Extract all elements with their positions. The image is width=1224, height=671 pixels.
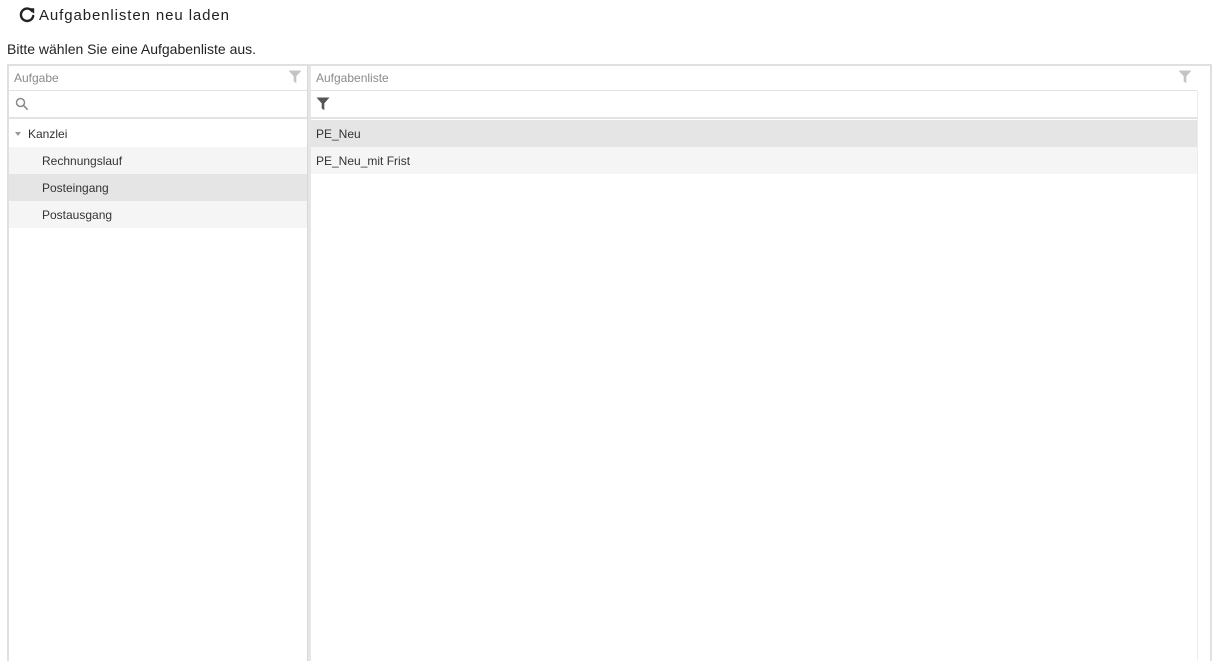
funnel-icon[interactable] <box>1178 70 1192 89</box>
tree-item-label: Posteingang <box>42 180 109 195</box>
instruction-text: Bitte wählen Sie eine Aufgabenliste aus. <box>7 41 257 57</box>
task-list-row-label: PE_Neu <box>316 126 361 141</box>
task-list-row[interactable]: PE_Neu <box>311 120 1197 147</box>
tree-item-posteingang[interactable]: Posteingang <box>9 174 307 201</box>
task-column-header[interactable]: Aufgabe <box>9 66 307 91</box>
funnel-icon[interactable] <box>288 70 302 89</box>
reload-button-label: Aufgabenlisten neu laden <box>39 6 230 24</box>
task-list-column-header-label: Aufgabenliste <box>316 71 389 85</box>
tree-item-label: Rechnungslauf <box>42 153 123 168</box>
reload-task-lists-button[interactable]: Aufgabenlisten neu laden <box>17 4 230 26</box>
task-search-input[interactable] <box>33 94 305 116</box>
tree-group-kanzlei[interactable]: Kanzlei <box>9 120 307 147</box>
expand-arrow-icon[interactable] <box>15 131 21 136</box>
task-column-header-label: Aufgabe <box>14 71 59 85</box>
task-list-panel: Aufgabenliste PE_Neu PE_Neu_mit Frist <box>311 66 1210 661</box>
grid-right-edge <box>1197 91 1198 661</box>
task-list-row[interactable]: PE_Neu_mit Frist <box>311 147 1197 174</box>
search-icon <box>15 97 29 116</box>
tree-item-rechnungslauf[interactable]: Rechnungslauf <box>9 147 307 174</box>
tree-group-label: Kanzlei <box>28 126 68 141</box>
tree-item-label: Postausgang <box>42 207 113 222</box>
task-tree-panel: Aufgabe Kanzlei Rechnungslauf Posteingan… <box>9 66 308 661</box>
task-search-row <box>9 91 307 119</box>
refresh-icon <box>17 5 37 25</box>
task-list-row-label: PE_Neu_mit Frist <box>316 153 411 168</box>
task-list-filter-row <box>311 91 1197 119</box>
funnel-icon[interactable] <box>316 97 330 116</box>
tree-item-postausgang[interactable]: Postausgang <box>9 201 307 228</box>
task-list-column-header[interactable]: Aufgabenliste <box>311 66 1197 91</box>
